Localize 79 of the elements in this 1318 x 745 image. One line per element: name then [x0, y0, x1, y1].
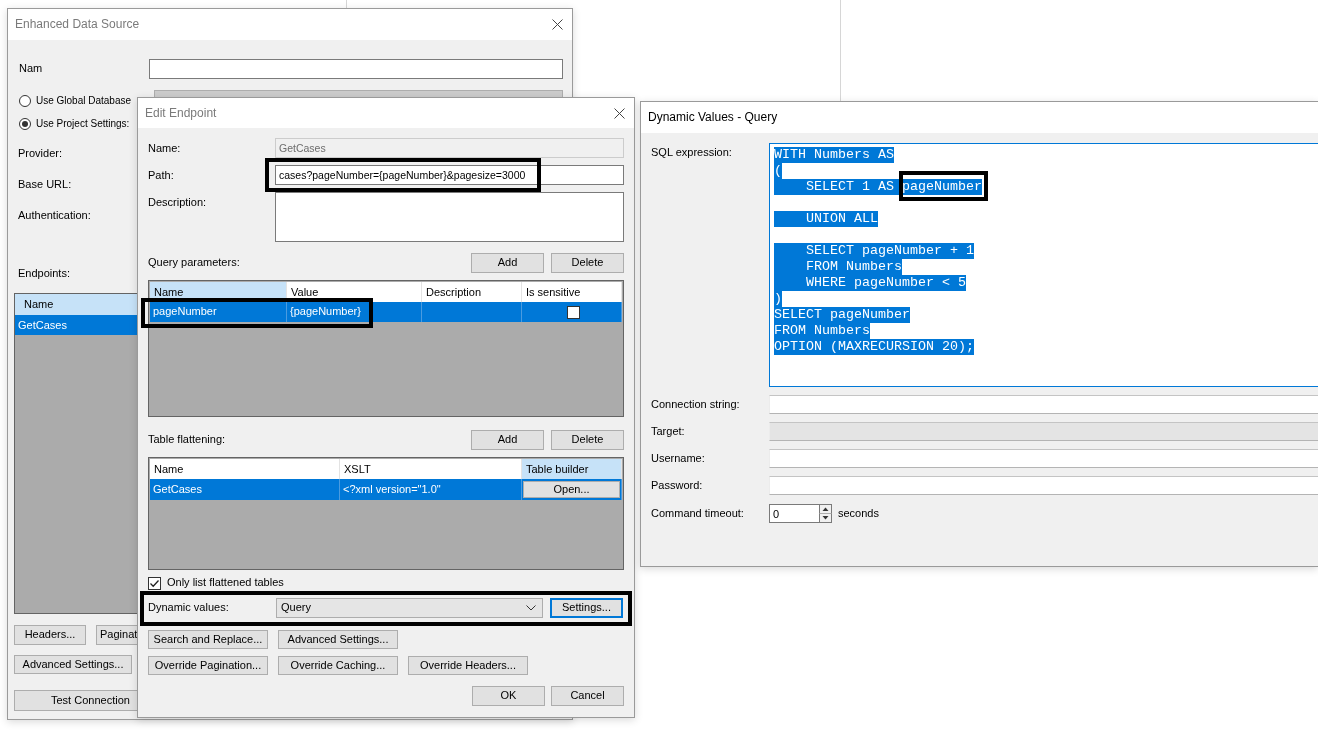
- unit-label: seconds: [838, 506, 879, 521]
- override-headers-button[interactable]: Override Headers...: [408, 656, 528, 675]
- code-text: OPTION (MAXRECURSION 20);: [774, 339, 974, 355]
- column-header[interactable]: Table builder: [522, 459, 622, 479]
- window-title: Edit Endpoint: [145, 105, 217, 121]
- radio-button[interactable]: [19, 117, 31, 130]
- field-label: Target:: [651, 424, 686, 439]
- window-title: Enhanced Data Source: [15, 17, 140, 32]
- field-label: Base URL:: [18, 177, 72, 192]
- code-editor[interactable]: WITH Numbers AS ( SELECT 1 AS pageNumber UNION ALL SELECT pageNumber + 1 FROM Numbers WHERE pageNumber < 5 ) SELECT pageNumber FROM Numbers OPTION (MAXRECURSION 20);: [769, 143, 1318, 387]
- field-label: Name:: [148, 141, 182, 156]
- option-label[interactable]: Use Global Database: [36, 94, 132, 107]
- settings-button[interactable]: Settings...: [550, 598, 623, 618]
- search-replace-button[interactable]: Search and Replace...: [148, 630, 268, 649]
- list-item[interactable]: GetCases: [15, 315, 137, 335]
- column-header[interactable]: Name: [15, 294, 137, 315]
- spin-arrows-icon[interactable]: [819, 504, 832, 523]
- code-text: UNION ALL: [774, 211, 878, 227]
- table-row[interactable]: GetCases <?xml version="1.0" Open...: [150, 479, 622, 500]
- field-label: Command timeout:: [651, 506, 745, 521]
- code-text: (: [774, 163, 782, 179]
- code-text: SELECT pageNumber + 1: [774, 243, 974, 259]
- advanced-settings-button[interactable]: Advanced Settings...: [278, 630, 398, 649]
- text-field[interactable]: [769, 395, 1318, 414]
- field-label: Password:: [651, 478, 704, 493]
- text-field[interactable]: [769, 476, 1318, 495]
- test-connection-button[interactable]: Test Connection: [14, 690, 137, 711]
- code-text: FROM Numbers: [774, 259, 902, 275]
- radio-button[interactable]: [19, 94, 31, 107]
- cell-text: GetCases: [153, 482, 202, 497]
- cell-text: {pageNumber}: [290, 305, 361, 319]
- field-label: Dynamic values:: [148, 601, 230, 615]
- code-text: WHERE pageNumber < 5: [774, 275, 966, 291]
- delete-button[interactable]: Delete: [551, 253, 624, 273]
- cell-text: <?xml version="1.0": [343, 482, 441, 497]
- cancel-button[interactable]: Cancel: [551, 686, 624, 706]
- delete-button[interactable]: Delete: [551, 430, 624, 450]
- field-label: Description:: [148, 195, 208, 210]
- text-area[interactable]: [275, 192, 624, 242]
- section-label: Table flattening:: [148, 433, 226, 447]
- advanced-settings-button[interactable]: Advanced Settings...: [14, 655, 132, 674]
- add-button[interactable]: Add: [471, 253, 544, 273]
- checkbox[interactable]: [566, 305, 580, 319]
- field-label: SQL expression:: [651, 146, 733, 160]
- checkbox[interactable]: [148, 576, 161, 590]
- override-pagination-button[interactable]: Override Pagination...: [148, 656, 268, 675]
- chevron-down-icon[interactable]: [526, 605, 536, 611]
- checkbox-label[interactable]: Only list flattened tables: [167, 576, 284, 590]
- window-title: Dynamic Values - Query: [648, 110, 778, 125]
- text-field[interactable]: [149, 59, 563, 79]
- close-icon[interactable]: [552, 19, 563, 30]
- pagination-button[interactable]: Paginat: [96, 625, 137, 645]
- field-label: Provider:: [18, 146, 63, 161]
- field-label: Connection string:: [651, 397, 741, 412]
- code-text: SELECT 1 AS: [774, 179, 902, 195]
- field-label: Username:: [651, 451, 706, 466]
- override-caching-button[interactable]: Override Caching...: [278, 656, 398, 675]
- field-label: Authentication:: [18, 208, 91, 223]
- code-text: FROM Numbers: [774, 323, 870, 339]
- field-label: Endpoints:: [18, 267, 70, 281]
- code-text: SELECT pageNumber: [774, 307, 910, 323]
- close-icon[interactable]: [614, 107, 625, 119]
- list-box[interactable]: Name GetCases: [14, 293, 137, 614]
- text-field[interactable]: [769, 449, 1318, 468]
- field-label: Path:: [148, 168, 175, 183]
- add-button[interactable]: Add: [471, 430, 544, 450]
- ok-button[interactable]: OK: [472, 686, 545, 706]
- cell-text: pageNumber: [153, 305, 217, 319]
- dropdown[interactable]: Query: [276, 598, 543, 618]
- open-button[interactable]: Open...: [523, 481, 620, 498]
- field-label: Nam: [18, 62, 44, 76]
- section-label: Query parameters:: [148, 256, 240, 270]
- headers-button[interactable]: Headers...: [14, 625, 86, 645]
- option-label[interactable]: Use Project Settings:: [36, 117, 130, 130]
- code-text: ): [774, 291, 782, 307]
- number-field[interactable]: 0: [769, 504, 819, 523]
- code-text: WITH Numbers AS: [774, 147, 894, 163]
- text-field[interactable]: cases?pageNumber={pageNumber}&pagesize=3000: [275, 165, 624, 185]
- code-text: pageNumber: [902, 179, 982, 195]
